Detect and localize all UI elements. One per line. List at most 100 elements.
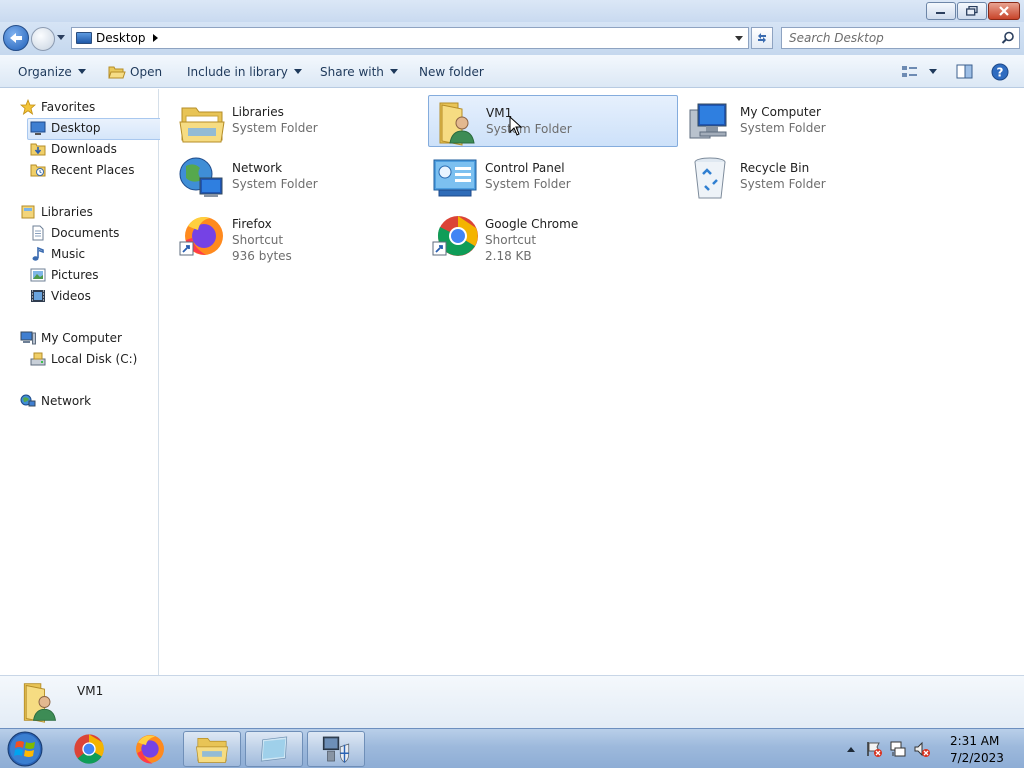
organize-button[interactable]: Organize <box>18 55 86 88</box>
show-hidden-icons-chevron-up-icon[interactable] <box>846 745 856 753</box>
svg-text:?: ? <box>997 65 1004 79</box>
new-folder-button[interactable]: New folder <box>419 55 484 88</box>
address-row: Desktop <box>0 22 1024 55</box>
back-button[interactable] <box>3 25 29 51</box>
nav-network-label: Network <box>41 394 92 408</box>
file-item-my-computer[interactable]: My Computer System Folder <box>683 95 933 147</box>
nav-my-computer[interactable]: My Computer <box>20 328 122 348</box>
firefox-icon <box>136 735 164 764</box>
file-item-network[interactable]: Network System Folder <box>175 151 425 203</box>
chevron-down-icon <box>293 69 302 74</box>
preview-pane-button[interactable] <box>956 55 974 88</box>
file-item-type: System Folder <box>232 121 318 135</box>
file-item-recycle-bin[interactable]: Recycle Bin System Folder <box>683 151 933 203</box>
recent-pages-chevron-down-icon[interactable] <box>57 35 65 40</box>
file-item-google-chrome[interactable]: Google Chrome Shortcut 2.18 KB <box>428 207 678 263</box>
computer-icon <box>689 103 727 139</box>
file-item-firefox[interactable]: Firefox Shortcut 936 bytes <box>175 207 425 263</box>
include-label: Include in library <box>187 64 288 79</box>
clock-date[interactable]: 7/2/2023 <box>950 751 1004 765</box>
nav-pictures[interactable]: Pictures <box>30 265 99 285</box>
file-item-size: 936 bytes <box>232 249 292 263</box>
address-bar[interactable]: Desktop <box>71 27 749 49</box>
nav-favorites[interactable]: Favorites <box>20 97 95 117</box>
taskbar-firefox[interactable] <box>121 731 179 767</box>
preview-pane-icon <box>956 64 973 78</box>
open-label: Open <box>130 64 163 79</box>
nav-desktop[interactable]: Desktop <box>27 118 185 140</box>
details-pane: VM1 <box>0 675 1024 728</box>
nav-libraries[interactable]: Libraries <box>20 202 93 222</box>
file-item-name: Network <box>232 161 283 175</box>
nav-libraries-label: Libraries <box>41 205 93 219</box>
network-status-icon[interactable] <box>889 740 907 758</box>
desktop-location-icon <box>76 32 92 44</box>
network-globe-icon <box>179 157 223 197</box>
clock-time[interactable]: 2:31 AM <box>950 734 999 748</box>
taskbar-chrome[interactable] <box>60 731 118 767</box>
view-options-icon <box>902 65 917 77</box>
nav-computer-label: My Computer <box>41 331 122 345</box>
include-in-library-button[interactable]: Include in library <box>187 55 302 88</box>
chevron-down-icon <box>389 69 398 74</box>
refresh-button[interactable] <box>751 27 773 49</box>
forward-button[interactable] <box>31 27 55 51</box>
chevron-down-icon <box>929 69 937 74</box>
shield-computer-icon <box>322 736 350 763</box>
action-center-flag-icon[interactable] <box>865 740 883 758</box>
nav-local-disk[interactable]: Local Disk (C:) <box>30 349 137 369</box>
file-item-name: Recycle Bin <box>740 161 810 175</box>
file-item-type: Shortcut <box>232 233 284 247</box>
file-item-type: System Folder <box>740 121 826 135</box>
file-item-size: 2.18 KB <box>485 249 532 263</box>
nav-documents[interactable]: Documents <box>30 223 119 243</box>
file-item-libraries[interactable]: Libraries System Folder <box>175 95 425 147</box>
documents-icon <box>32 225 44 241</box>
help-button[interactable]: ? <box>991 55 1009 88</box>
nav-music[interactable]: Music <box>30 244 85 264</box>
file-item-name: Google Chrome <box>485 217 579 231</box>
nav-recent-places[interactable]: Recent Places <box>30 160 134 180</box>
libraries-icon <box>21 205 35 219</box>
window-app-icon <box>260 736 288 762</box>
search-input[interactable] <box>782 28 992 48</box>
taskbar-file-explorer[interactable] <box>183 731 241 767</box>
network-icon <box>20 394 36 407</box>
chevron-down-icon <box>77 69 86 74</box>
file-item-type: System Folder <box>740 177 826 191</box>
close-icon <box>999 6 1009 16</box>
nav-network[interactable]: Network <box>20 391 91 411</box>
file-item-vm1[interactable]: VM1 System Folder <box>428 95 678 147</box>
minimize-button[interactable] <box>926 2 956 20</box>
file-item-type: Shortcut <box>485 233 537 247</box>
taskbar-admin-tool[interactable] <box>307 731 365 767</box>
new-folder-label: New folder <box>419 64 484 79</box>
close-button[interactable] <box>988 2 1020 20</box>
nav-downloads[interactable]: Downloads <box>30 139 117 159</box>
nav-videos[interactable]: Videos <box>30 286 91 306</box>
chrome-icon <box>74 734 104 764</box>
address-history-chevron-down-icon[interactable] <box>735 36 743 41</box>
breadcrumb-chevron-right-icon[interactable] <box>152 34 158 42</box>
share-with-button[interactable]: Share with <box>320 55 398 88</box>
arrow-left-icon <box>10 33 22 43</box>
file-item-control-panel[interactable]: Control Panel System Folder <box>428 151 678 203</box>
nav-documents-label: Documents <box>51 226 120 240</box>
change-view-button[interactable] <box>901 55 937 88</box>
nav-music-label: Music <box>51 247 86 261</box>
file-item-type: System Folder <box>232 177 318 191</box>
search-box[interactable] <box>781 27 1020 49</box>
volume-muted-icon[interactable] <box>913 740 931 758</box>
search-icon[interactable] <box>1001 31 1015 45</box>
pictures-icon <box>30 268 46 282</box>
help-icon: ? <box>991 63 1009 80</box>
nav-desktop-label: Desktop <box>51 121 101 135</box>
start-button[interactable] <box>5 730 45 768</box>
breadcrumb-desktop[interactable]: Desktop <box>96 31 146 45</box>
downloads-folder-icon <box>30 143 46 156</box>
organize-label: Organize <box>18 64 72 79</box>
open-button[interactable]: Open <box>108 55 162 88</box>
restore-button[interactable] <box>957 2 987 20</box>
taskbar-app-window[interactable] <box>245 731 303 767</box>
desktop-icon <box>30 121 46 135</box>
